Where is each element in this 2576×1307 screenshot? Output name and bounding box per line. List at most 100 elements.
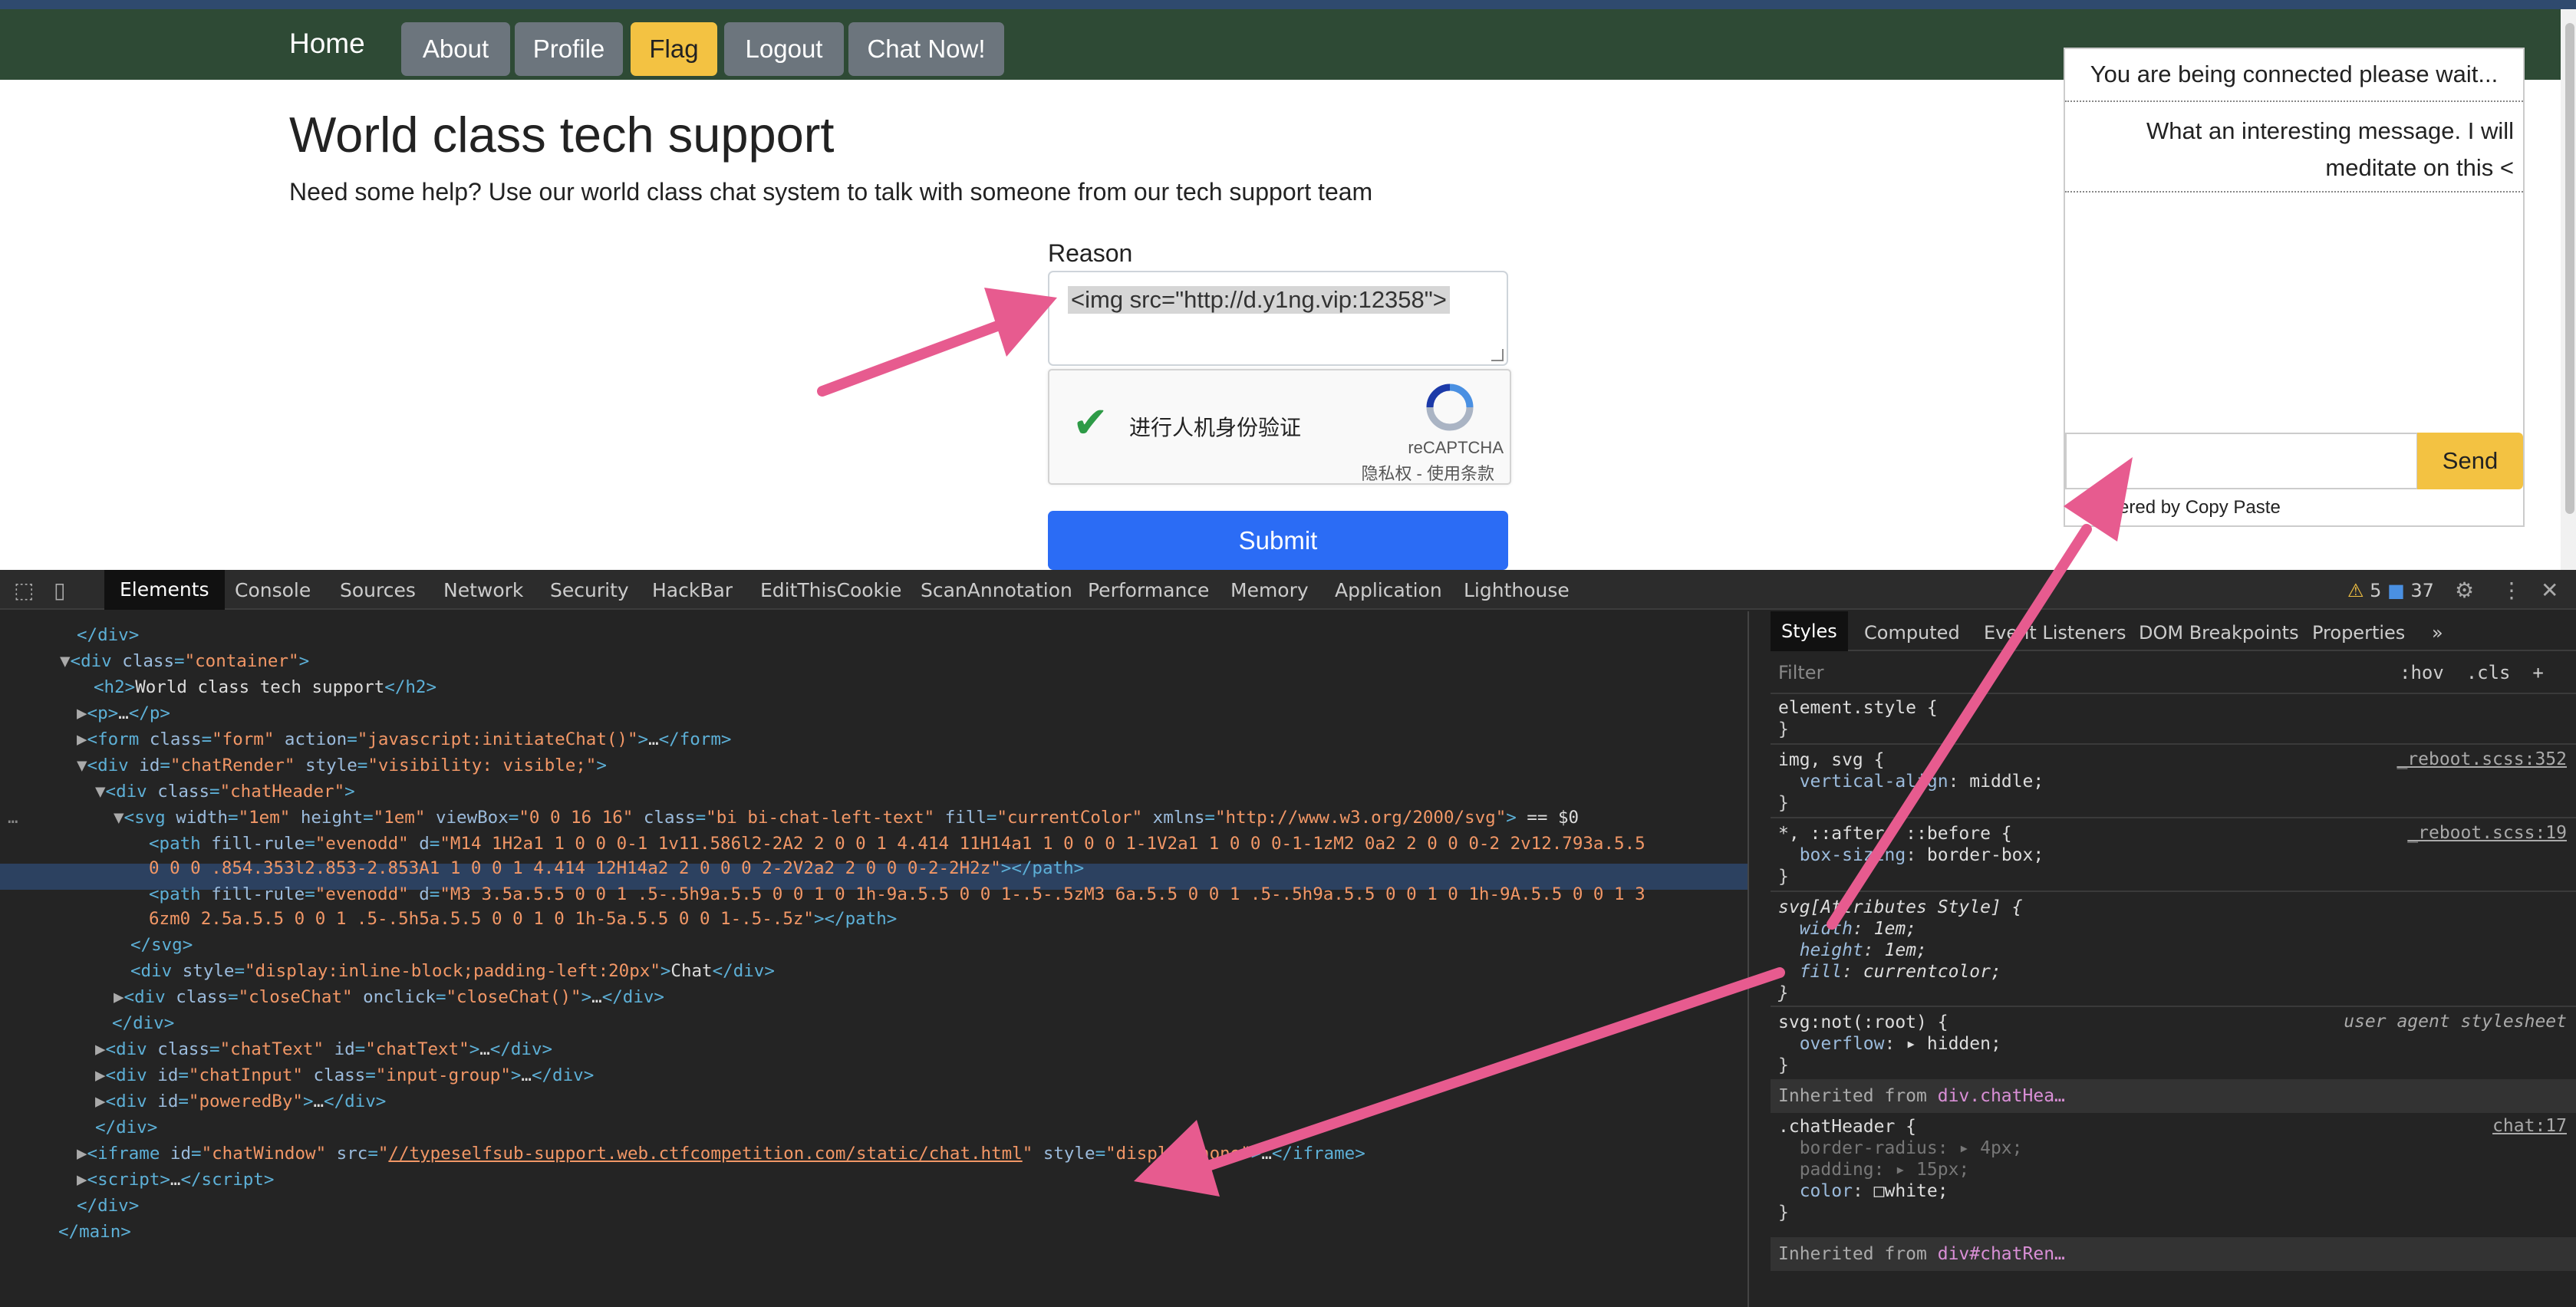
dom-line[interactable]: ▶<form class="form" action="javascript:i… <box>77 726 731 752</box>
inspect-element-icon[interactable]: ⬚ <box>14 578 34 603</box>
tab-properties[interactable]: Properties <box>2312 622 2405 644</box>
tab-sources[interactable]: Sources <box>340 579 416 601</box>
dom-line-dots: … <box>8 808 18 828</box>
dom-line[interactable]: ▶<iframe id="chatWindow" src="//typeself… <box>77 1141 1365 1167</box>
dom-line[interactable]: </div> <box>95 1114 157 1141</box>
dom-line[interactable]: ▼<div id="chatRender" style="visibility:… <box>77 752 607 779</box>
settings-gear-icon[interactable]: ⚙ <box>2455 578 2474 603</box>
tab-lighthouse[interactable]: Lighthouse <box>1464 579 1570 601</box>
nav-logout-button[interactable]: Logout <box>724 22 844 76</box>
dom-line[interactable]: ▶<div class="closeChat" onclick="closeCh… <box>114 984 664 1010</box>
source-link[interactable]: _reboot.scss:352 <box>2396 749 2567 769</box>
reason-textarea[interactable]: <img src="http://d.y1ng.vip:12358"> <box>1048 271 1508 366</box>
dom-line[interactable]: <h2>World class tech support</h2> <box>94 674 436 700</box>
tab-event-listeners[interactable]: Event Listeners <box>1984 622 2126 644</box>
close-devtools-icon[interactable]: ✕ <box>2541 578 2558 603</box>
recaptcha-logo-icon <box>1426 384 1474 431</box>
dom-line[interactable]: ▶<div id="poweredBy">…</div> <box>95 1088 386 1114</box>
textarea-resize-handle[interactable] <box>1491 349 1504 361</box>
screenshot: Home About Profile Flag Logout Chat Now!… <box>0 0 2576 1307</box>
tab-editthiscookie[interactable]: EditThisCookie <box>760 579 901 601</box>
device-toolbar-icon[interactable]: ▯ <box>54 578 65 603</box>
chat-input[interactable] <box>2065 433 2418 489</box>
reason-value: <img src="http://d.y1ng.vip:12358"> <box>1068 286 1450 314</box>
source-link[interactable]: _reboot.scss:19 <box>2407 823 2567 843</box>
more-tabs-chevron[interactable]: » <box>2432 622 2443 644</box>
dom-line[interactable]: ▶<script>…</script> <box>77 1167 274 1193</box>
styles-tabbar: Styles Computed Event Listeners DOM Brea… <box>1771 611 2576 651</box>
dom-line[interactable]: </main> <box>58 1219 131 1245</box>
dom-line[interactable]: <path fill-rule="evenodd" d="M3 3.5a.5.5… <box>149 881 1645 907</box>
more-options-icon[interactable]: ⋮ <box>2501 578 2522 603</box>
inherited-from-chatrender: Inherited from div#chatRen… <box>1771 1237 2576 1271</box>
warning-count: 5 <box>2370 580 2382 601</box>
nav-about-button[interactable]: About <box>401 22 510 76</box>
dom-line[interactable]: </div> <box>112 1010 174 1036</box>
dom-line[interactable]: ▼<div class="container"> <box>60 648 309 674</box>
chat-widget: You are being connected please wait... W… <box>2064 48 2525 527</box>
style-rule-universal[interactable]: *, ::after, ::before { box-sizing: borde… <box>1778 823 2044 887</box>
tab-scanannotation[interactable]: ScanAnnotation <box>921 579 1072 601</box>
tab-security[interactable]: Security <box>550 579 629 601</box>
browser-top-strip <box>0 0 2576 9</box>
divider <box>1771 693 2576 694</box>
style-rule-img-svg[interactable]: img, svg { vertical-align: middle; } <box>1778 749 2044 814</box>
check-icon[interactable]: ✔ <box>1072 401 1108 444</box>
dom-line[interactable]: 0 0 0 .854.353l2.853-2.853A1 1 0 0 1 4.4… <box>149 855 1084 881</box>
recaptcha-widget[interactable]: ✔ 进行人机身份验证 reCAPTCHA 隐私权 - 使用条款 <box>1048 369 1511 485</box>
divider <box>1771 891 2576 892</box>
style-rule-element[interactable]: element.style { } <box>1778 697 1938 740</box>
dom-line-selected[interactable]: ▼<svg width="1em" height="1em" viewBox="… <box>114 805 1579 831</box>
tab-network[interactable]: Network <box>443 579 523 601</box>
devtools-panel: ⬚ ▯ Elements Console Sources Network Sec… <box>0 570 2576 1307</box>
dom-line[interactable]: ▼<div class="chatHeader"> <box>95 779 355 805</box>
chat-message: You are being connected please wait... <box>2065 49 2523 102</box>
devtools-toolbar: ⬚ ▯ Elements Console Sources Network Sec… <box>0 570 2576 610</box>
dom-line[interactable]: ▶<p>…</p> <box>77 700 170 726</box>
style-rule-svg-attributes[interactable]: svg[Attributes Style] { width: 1em; heig… <box>1778 897 2023 1004</box>
hov-toggle[interactable]: :hov .cls + <box>2400 662 2544 683</box>
chat-message: What an interesting message. I will medi… <box>2065 104 2523 193</box>
nav-profile-button[interactable]: Profile <box>515 22 623 76</box>
page-scrollbar-thumb[interactable] <box>2565 23 2574 514</box>
reason-label: Reason <box>1048 239 1133 267</box>
dom-line[interactable]: ▶<div id="chatInput" class="input-group"… <box>95 1062 594 1088</box>
inherited-from-chatheader: Inherited from div.chatHea… <box>1771 1079 2576 1113</box>
page-title: World class tech support <box>289 107 835 163</box>
source-link[interactable]: chat:17 <box>2492 1116 2567 1136</box>
dom-line[interactable]: </div> <box>77 1193 139 1219</box>
dom-line[interactable]: </div> <box>77 622 139 648</box>
nav-home-link[interactable]: Home <box>289 18 365 69</box>
dom-line[interactable]: <path fill-rule="evenodd" d="M14 1H2a1 1… <box>149 831 1645 857</box>
hov-label: :hov <box>2400 662 2444 683</box>
tab-styles[interactable]: Styles <box>1771 611 1848 651</box>
message-count: 37 <box>2410 580 2434 601</box>
divider <box>1771 743 2576 745</box>
issues-counter[interactable]: ⚠ 5 ■ 37 <box>2347 580 2434 601</box>
tab-elements[interactable]: Elements <box>104 570 225 610</box>
captcha-label: 进行人机身份验证 <box>1129 416 1302 440</box>
tab-dom-breakpoints[interactable]: DOM Breakpoints <box>2139 622 2299 644</box>
nav-chat-now-button[interactable]: Chat Now! <box>848 22 1004 76</box>
dom-line[interactable]: </svg> <box>130 932 193 958</box>
nav-flag-button[interactable]: Flag <box>631 22 717 76</box>
tab-performance[interactable]: Performance <box>1088 579 1209 601</box>
panel-divider[interactable] <box>1748 611 1771 1307</box>
web-page: Home About Profile Flag Logout Chat Now!… <box>0 0 2576 570</box>
tab-memory[interactable]: Memory <box>1230 579 1309 601</box>
dom-line[interactable]: ▶<div class="chatText" id="chatText">…</… <box>95 1036 552 1062</box>
dom-line[interactable]: 6zm0 2.5a.5.5 0 0 1 .5-.5h5a.5.5 0 0 1 0… <box>149 906 897 932</box>
dom-line[interactable]: <div style="display:inline-block;padding… <box>130 958 775 984</box>
tab-computed[interactable]: Computed <box>1864 622 1960 644</box>
captcha-links[interactable]: 隐私权 - 使用条款 <box>1361 460 1494 485</box>
submit-button[interactable]: Submit <box>1048 511 1508 570</box>
elements-tree: </div> ▼<div class="container"> <h2>Worl… <box>0 611 1748 1307</box>
tab-console[interactable]: Console <box>235 579 311 601</box>
chat-send-button[interactable]: Send <box>2417 433 2523 489</box>
cls-label: .cls <box>2466 662 2511 683</box>
tab-hackbar[interactable]: HackBar <box>652 579 733 601</box>
style-rule-chatheader[interactable]: .chatHeader { border-radius: ▸ 4px; padd… <box>1778 1116 2023 1223</box>
styles-filter-input[interactable]: Filter <box>1778 662 1823 683</box>
style-rule-svg-not-root[interactable]: svg:not(:root) { overflow: ▸ hidden; } <box>1778 1012 2001 1076</box>
tab-application[interactable]: Application <box>1335 579 1442 601</box>
